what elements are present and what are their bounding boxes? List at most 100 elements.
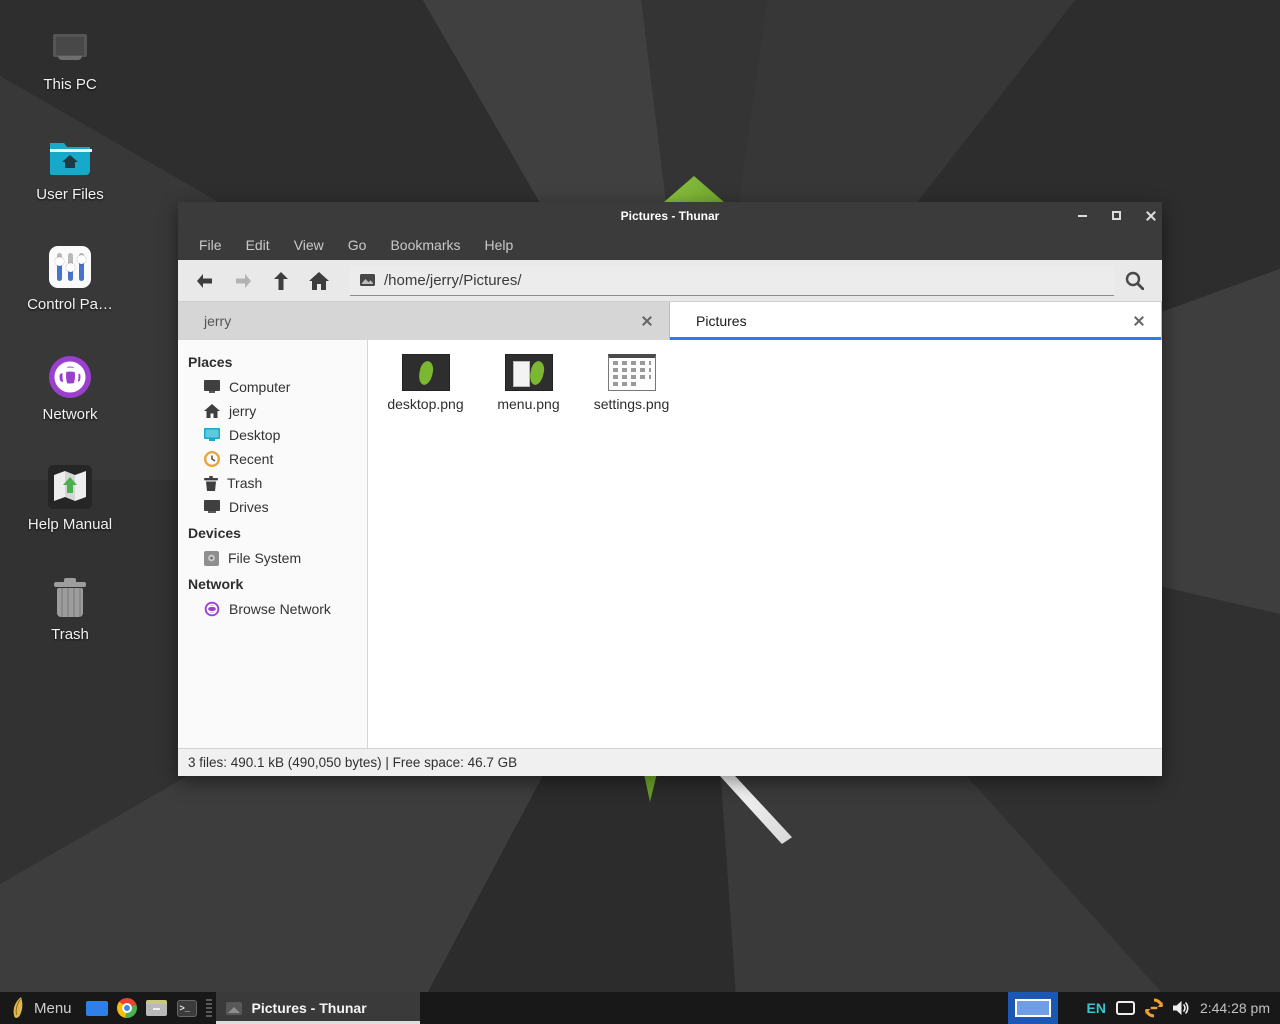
network-globe-icon [47,354,93,400]
wallpaper-feather-sliver [643,776,657,802]
file-settings-png[interactable]: settings.png [580,354,683,412]
desktop-icon [204,428,220,442]
file-name: menu.png [477,396,580,412]
sidebar-item-file-system[interactable]: File System [178,546,367,570]
desktop-icon-label: Help Manual [8,516,132,533]
toolbar: /home/jerry/Pictures/ [178,260,1162,302]
up-button[interactable] [262,265,300,297]
window-title: Pictures - Thunar [621,209,720,223]
file-manager-launcher[interactable] [142,992,172,1024]
tab-close-icon[interactable] [1133,315,1145,327]
terminal-launcher[interactable]: >_ [172,992,202,1024]
desktop-png-thumbnail [402,354,450,391]
path-entry[interactable]: /home/jerry/Pictures/ [350,266,1114,296]
file-list[interactable]: desktop.png menu.png settings.png [368,340,1162,748]
tab-label: jerry [204,313,641,329]
file-name: desktop.png [374,396,477,412]
menu-file[interactable]: File [188,233,233,257]
filesystem-icon [204,551,219,566]
menu-go[interactable]: Go [337,233,378,257]
desktop-icon-network[interactable]: Network [8,354,132,423]
terminal-icon: >_ [177,1000,197,1017]
sidebar-item-label: Recent [229,451,273,467]
computer-icon [204,380,220,394]
chrome-launcher[interactable] [112,992,142,1024]
menu-png-thumbnail [505,354,553,391]
search-button[interactable] [1114,265,1154,297]
menu-view[interactable]: View [283,233,335,257]
desktop-icon-user-files[interactable]: User Files [8,134,132,203]
sidebar: Places Computer jerry Desktop Recent Tra… [178,340,368,748]
sidebar-item-label: Desktop [229,427,280,443]
workspace-switcher[interactable] [1008,992,1058,1024]
keyboard-layout-indicator[interactable]: EN [1086,1000,1105,1016]
tab-bar: jerry Pictures [178,302,1162,340]
maximize-button[interactable] [1110,210,1122,222]
maximize-icon [1112,211,1121,220]
linux-lite-feather-icon [12,997,26,1019]
volume-tray-icon[interactable] [1172,1000,1190,1016]
sidebar-item-jerry[interactable]: jerry [178,399,367,423]
back-button[interactable] [186,265,224,297]
menu-button[interactable]: Menu [0,992,82,1024]
home-icon [204,404,220,418]
sidebar-item-browse-network[interactable]: Browse Network [178,597,367,621]
desktop-icon-control-panel[interactable]: Control Pa… [8,244,132,313]
system-tray: EN 2:44:28 pm [1008,992,1280,1024]
show-desktop-icon [86,1001,108,1016]
forward-arrow-icon [233,273,253,289]
menu-bookmarks[interactable]: Bookmarks [379,233,471,257]
forward-button[interactable] [224,265,262,297]
desktop-icon-this-pc[interactable]: This PC [8,24,132,93]
settings-png-thumbnail [608,354,656,391]
sidebar-item-label: Drives [229,499,269,515]
taskbar-window-button[interactable]: Pictures - Thunar [216,992,420,1024]
sidebar-item-recent[interactable]: Recent [178,447,367,471]
desktop-icon-help-manual[interactable]: Help Manual [8,464,132,533]
file-menu-png[interactable]: menu.png [477,354,580,412]
display-tray-icon[interactable] [1116,1001,1135,1015]
tab-jerry[interactable]: jerry [178,302,670,340]
status-text: 3 files: 490.1 kB (490,050 bytes) | Free… [188,755,517,770]
recent-clock-icon [204,451,220,467]
tab-pictures[interactable]: Pictures [670,302,1162,340]
sidebar-item-label: jerry [229,403,256,419]
trash-can-icon [47,574,93,620]
minimize-button[interactable] [1076,210,1088,222]
sidebar-item-label: File System [228,550,301,566]
file-desktop-png[interactable]: desktop.png [374,354,477,412]
sidebar-item-drives[interactable]: Drives [178,495,367,519]
wallpaper-feather-quill [720,776,792,844]
clock[interactable]: 2:44:28 pm [1200,1000,1280,1016]
sidebar-item-desktop[interactable]: Desktop [178,423,367,447]
browse-network-icon [204,601,220,617]
desktop-icon-label: Trash [8,626,132,643]
show-desktop-button[interactable] [82,992,112,1024]
image-file-icon [360,274,375,286]
sidebar-header-places: Places [178,348,367,375]
tab-close-icon[interactable] [641,315,653,327]
panel-grip-handle[interactable] [206,999,212,1017]
path-text: /home/jerry/Pictures/ [384,272,522,289]
drives-icon [204,500,220,514]
title-bar[interactable]: Pictures - Thunar [178,202,1162,229]
desktop-icon-trash[interactable]: Trash [8,574,132,643]
update-manager-tray-icon[interactable] [1144,998,1164,1018]
sidebar-item-trash[interactable]: Trash [178,471,367,495]
close-button[interactable] [1144,210,1156,222]
task-button-label: Pictures - Thunar [252,1000,367,1016]
menu-label: Menu [34,1000,72,1017]
menu-help[interactable]: Help [474,233,525,257]
file-name: settings.png [580,396,683,412]
home-button[interactable] [300,265,338,297]
menu-edit[interactable]: Edit [235,233,281,257]
chrome-icon [117,998,137,1018]
sidebar-item-computer[interactable]: Computer [178,375,367,399]
file-manager-icon [146,1000,167,1016]
sidebar-item-label: Trash [227,475,262,491]
up-arrow-icon [273,271,289,291]
sidebar-header-network: Network [178,570,367,597]
help-manual-icon [47,464,93,510]
status-bar: 3 files: 490.1 kB (490,050 bytes) | Free… [178,748,1162,776]
home-folder-icon [47,134,93,180]
